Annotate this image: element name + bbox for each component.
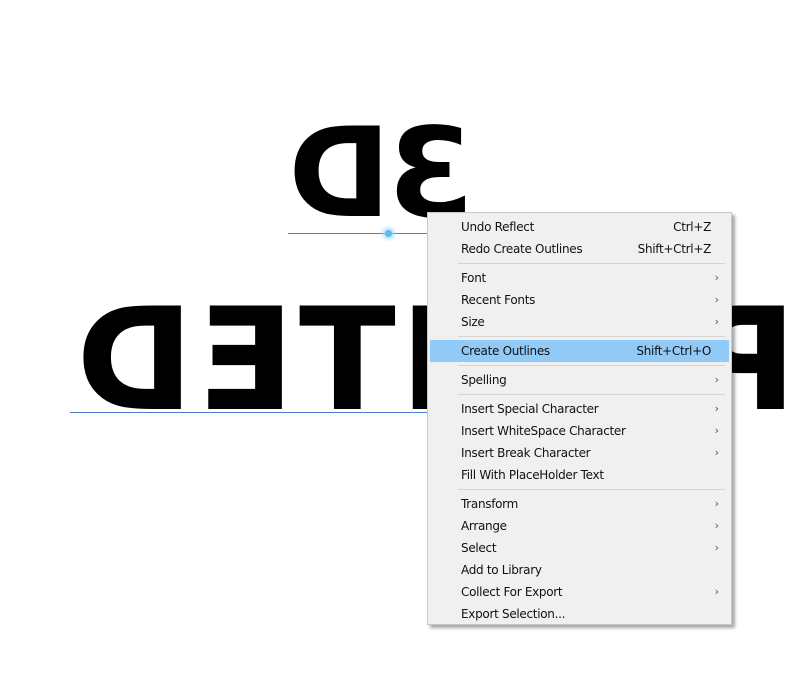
menu-item-spelling[interactable]: Spelling › — [428, 369, 731, 391]
menu-item-font[interactable]: Font › — [428, 267, 731, 289]
menu-item-undo-reflect[interactable]: Undo Reflect Ctrl+Z — [428, 216, 731, 238]
menu-item-size[interactable]: Size › — [428, 311, 731, 333]
menu-item-label: Export Selection... — [461, 607, 566, 621]
menu-item-label: Select — [461, 541, 497, 555]
menu-item-label: Arrange — [461, 519, 507, 533]
menu-separator — [458, 489, 725, 490]
menu-item-redo-create-outlines[interactable]: Redo Create Outlines Shift+Ctrl+Z — [428, 238, 731, 260]
anchor-point-icon[interactable] — [385, 230, 392, 237]
menu-item-shortcut: Ctrl+Z — [673, 220, 711, 234]
menu-item-label: Collect For Export — [461, 585, 563, 599]
menu-item-label: Size — [461, 315, 485, 329]
chevron-right-icon: › — [714, 541, 719, 554]
menu-item-label: Recent Fonts — [461, 293, 536, 307]
chevron-right-icon: › — [714, 497, 719, 510]
menu-item-recent-fonts[interactable]: Recent Fonts › — [428, 289, 731, 311]
menu-item-label: Add to Library — [461, 563, 542, 577]
chevron-right-icon: › — [714, 585, 719, 598]
menu-item-label: Create Outlines — [461, 344, 550, 358]
menu-item-label: Fill With PlaceHolder Text — [461, 468, 604, 482]
menu-item-shortcut: Shift+Ctrl+Z — [637, 242, 712, 256]
chevron-right-icon: › — [714, 424, 719, 437]
chevron-right-icon: › — [714, 519, 719, 532]
menu-item-fill-with-placeholder-text[interactable]: Fill With PlaceHolder Text — [428, 464, 731, 486]
chevron-right-icon: › — [714, 373, 719, 386]
menu-item-insert-special-character[interactable]: Insert Special Character › — [428, 398, 731, 420]
menu-item-label: Insert Special Character — [461, 402, 599, 416]
chevron-right-icon: › — [714, 402, 719, 415]
menu-item-label: Spelling — [461, 373, 507, 387]
menu-separator — [458, 394, 725, 395]
menu-separator — [458, 365, 725, 366]
chevron-right-icon: › — [714, 293, 719, 306]
menu-item-label: Redo Create Outlines — [461, 242, 583, 256]
menu-item-insert-break-character[interactable]: Insert Break Character › — [428, 442, 731, 464]
menu-item-insert-whitespace-character[interactable]: Insert WhiteSpace Character › — [428, 420, 731, 442]
menu-item-create-outlines[interactable]: Create Outlines Shift+Ctrl+O — [430, 340, 729, 362]
menu-item-label: Insert WhiteSpace Character — [461, 424, 626, 438]
text-baseline-2 — [70, 412, 428, 413]
menu-separator — [458, 263, 725, 264]
menu-separator — [458, 336, 725, 337]
menu-item-label: Undo Reflect — [461, 220, 534, 234]
text-baseline-1 — [288, 233, 428, 234]
menu-item-transform[interactable]: Transform › — [428, 493, 731, 515]
menu-item-select[interactable]: Select › — [428, 537, 731, 559]
menu-item-add-to-library[interactable]: Add to Library — [428, 559, 731, 581]
menu-item-label: Font — [461, 271, 486, 285]
menu-item-label: Transform — [461, 497, 518, 511]
chevron-right-icon: › — [714, 446, 719, 459]
menu-item-label: Insert Break Character — [461, 446, 591, 460]
menu-item-export-selection[interactable]: Export Selection... — [428, 603, 731, 625]
menu-item-collect-for-export[interactable]: Collect For Export › — [428, 581, 731, 603]
chevron-right-icon: › — [714, 271, 719, 284]
context-menu: Undo Reflect Ctrl+Z Redo Create Outlines Sh… — [427, 212, 732, 625]
chevron-right-icon: › — [714, 315, 719, 328]
menu-item-shortcut: Shift+Ctrl+O — [636, 344, 711, 358]
menu-item-arrange[interactable]: Arrange › — [428, 515, 731, 537]
